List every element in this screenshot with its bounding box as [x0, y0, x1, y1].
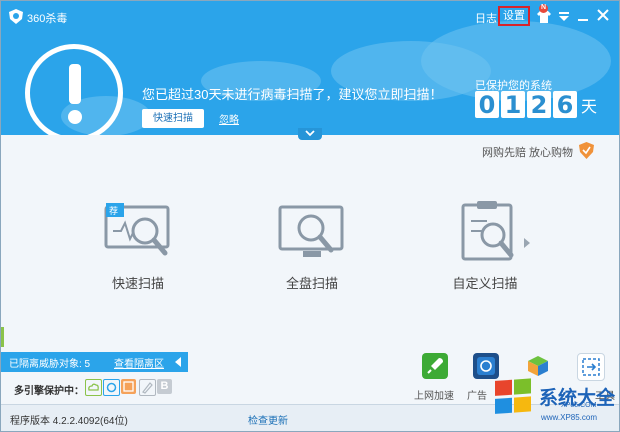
engine-letter: B	[160, 380, 169, 392]
scan-reminder-message: 您已超过30天未进行病毒扫描了，建议您立即扫描！	[142, 87, 443, 102]
minimize-icon[interactable]	[575, 9, 591, 23]
shield-logo-icon	[9, 9, 23, 24]
app-title: 360杀毒	[27, 13, 68, 25]
ignore-link[interactable]: 忽略	[219, 111, 239, 126]
watermark-url: www.XP85.com	[541, 413, 598, 422]
more-tools-button[interactable]	[577, 353, 605, 381]
quick-scan-button[interactable]: 快速扫描	[142, 109, 204, 128]
protection-digit: 0	[475, 91, 499, 119]
antivirus-window: 360杀毒 日志 设置 N 您已超过30天未进行病毒扫描了，建议您立即扫描！ 快…	[0, 0, 620, 432]
log-link[interactable]: 日志	[475, 10, 497, 26]
chevron-right-icon[interactable]	[523, 237, 531, 249]
avira-engine-icon[interactable]	[139, 379, 156, 396]
box-icon	[528, 356, 548, 376]
exclamation-icon	[68, 64, 82, 124]
full-scan-icon	[278, 205, 344, 257]
windows-logo-watermark-icon	[495, 378, 531, 414]
chevron-down-icon	[305, 130, 315, 137]
box-tool-button[interactable]	[525, 353, 551, 379]
protection-unit: 天	[581, 99, 598, 116]
custom-scan-label: 自定义扫描	[452, 276, 518, 291]
collapse-left-icon[interactable]	[174, 357, 182, 367]
bitdefender-engine-icon[interactable]: B	[157, 379, 172, 394]
shopping-protection-link[interactable]: 网购先赔 放心购物	[482, 144, 573, 160]
new-badge-letter: N	[541, 4, 547, 11]
full-scan-label: 全盘扫描	[285, 276, 338, 291]
qvm-engine-icon[interactable]	[103, 379, 120, 396]
title-bar: 360杀毒 日志 设置 N	[1, 1, 619, 31]
system-repair-engine-icon[interactable]	[121, 379, 136, 394]
ad-filter-button[interactable]	[473, 353, 499, 379]
engine-protection-label: 多引擎保护中：	[14, 386, 84, 397]
quick-scan-label: 快速扫描	[111, 276, 164, 291]
collapse-header-toggle[interactable]	[298, 128, 322, 140]
shopping-shield-icon[interactable]	[578, 142, 595, 159]
network-accelerate-label: 上网加速	[414, 391, 454, 402]
protection-digit: 1	[501, 91, 525, 119]
settings-button[interactable]: 设置	[498, 6, 530, 26]
close-icon[interactable]	[595, 9, 611, 23]
menu-dropdown-icon[interactable]	[556, 9, 572, 23]
protection-digit: 2	[527, 91, 551, 119]
tools-icon	[582, 358, 600, 376]
rocket-icon	[427, 358, 443, 374]
check-update-link[interactable]: 检查更新	[248, 412, 288, 427]
cloud-engine-icon[interactable]	[85, 379, 102, 396]
recommended-badge: 荐	[109, 206, 119, 216]
watermark-small: XP85.COM	[561, 402, 597, 409]
warning-circle	[25, 44, 123, 135]
header-panel: 360杀毒 日志 设置 N 您已超过30天未进行病毒扫描了，建议您立即扫描！ 快…	[1, 1, 619, 135]
settings-label: 设置	[503, 10, 525, 22]
protection-digit: 6	[553, 91, 577, 119]
custom-scan-icon	[461, 201, 514, 261]
network-accelerate-button[interactable]	[422, 353, 448, 379]
quarantine-bar: 已隔离威胁对象: 5 查看隔离区	[1, 352, 188, 372]
side-accent-bar	[1, 327, 4, 347]
ad-filter-label: 广告	[467, 391, 487, 402]
quarantine-count: 已隔离威胁对象: 5	[9, 359, 91, 370]
program-version: 程序版本 4.2.2.4092(64位)	[10, 416, 128, 427]
view-quarantine-link[interactable]: 查看隔离区	[114, 355, 164, 370]
ad-filter-icon	[477, 357, 495, 375]
